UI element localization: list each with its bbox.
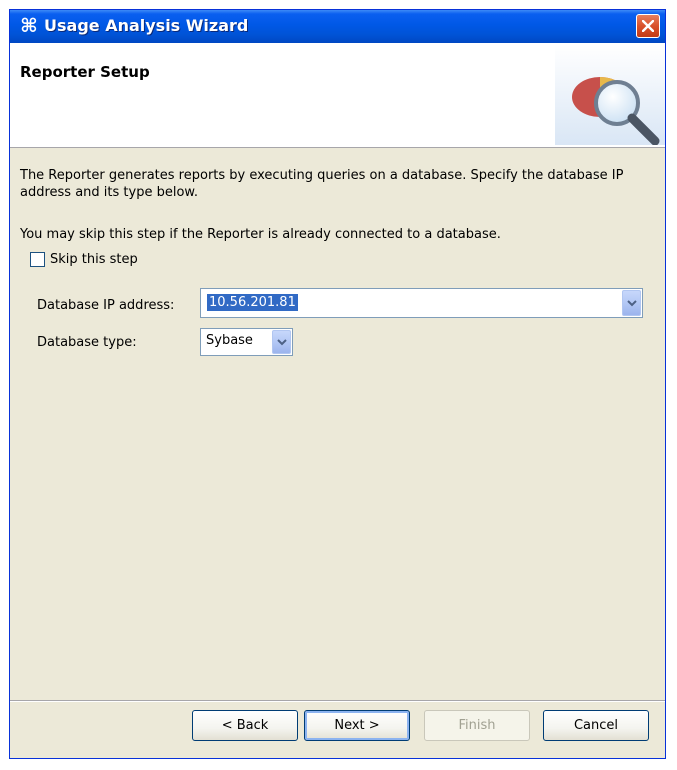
database-type-label: Database type: xyxy=(37,335,137,350)
skip-step-label: Skip this step xyxy=(50,252,138,267)
wizard-header: Reporter Setup xyxy=(10,43,665,148)
chevron-down-icon xyxy=(626,300,637,307)
database-type-combo[interactable]: Sybase xyxy=(200,328,293,356)
database-search-icon xyxy=(555,45,665,145)
wizard-app-icon: ⌘ xyxy=(20,15,38,37)
ip-address-combo[interactable]: 10.56.201.81 xyxy=(200,288,643,318)
close-icon xyxy=(642,20,654,32)
title-bar: ⌘ Usage Analysis Wizard xyxy=(10,10,665,43)
ip-dropdown-button[interactable] xyxy=(622,290,641,316)
cancel-button[interactable]: Cancel xyxy=(543,710,649,741)
page-title: Reporter Setup xyxy=(20,63,150,81)
wizard-window: ⌘ Usage Analysis Wizard Reporter Setup T… xyxy=(9,9,666,759)
back-button[interactable]: < Back xyxy=(192,710,298,741)
finish-button[interactable]: Finish xyxy=(424,710,530,741)
next-button[interactable]: Next > xyxy=(304,710,410,741)
close-button[interactable] xyxy=(636,14,660,38)
type-dropdown-button[interactable] xyxy=(272,330,291,354)
skip-step-checkbox[interactable]: Skip this step xyxy=(30,252,138,267)
checkbox-box[interactable] xyxy=(30,252,45,267)
window-title: Usage Analysis Wizard xyxy=(44,16,249,35)
skip-hint-text: You may skip this step if the Reporter i… xyxy=(20,227,501,242)
chevron-down-icon xyxy=(276,339,287,346)
footer-divider xyxy=(10,700,665,702)
ip-address-value[interactable]: 10.56.201.81 xyxy=(207,294,298,311)
description-text: The Reporter generates reports by execut… xyxy=(20,168,624,200)
ip-address-label: Database IP address: xyxy=(37,298,175,313)
database-type-value: Sybase xyxy=(206,333,253,348)
